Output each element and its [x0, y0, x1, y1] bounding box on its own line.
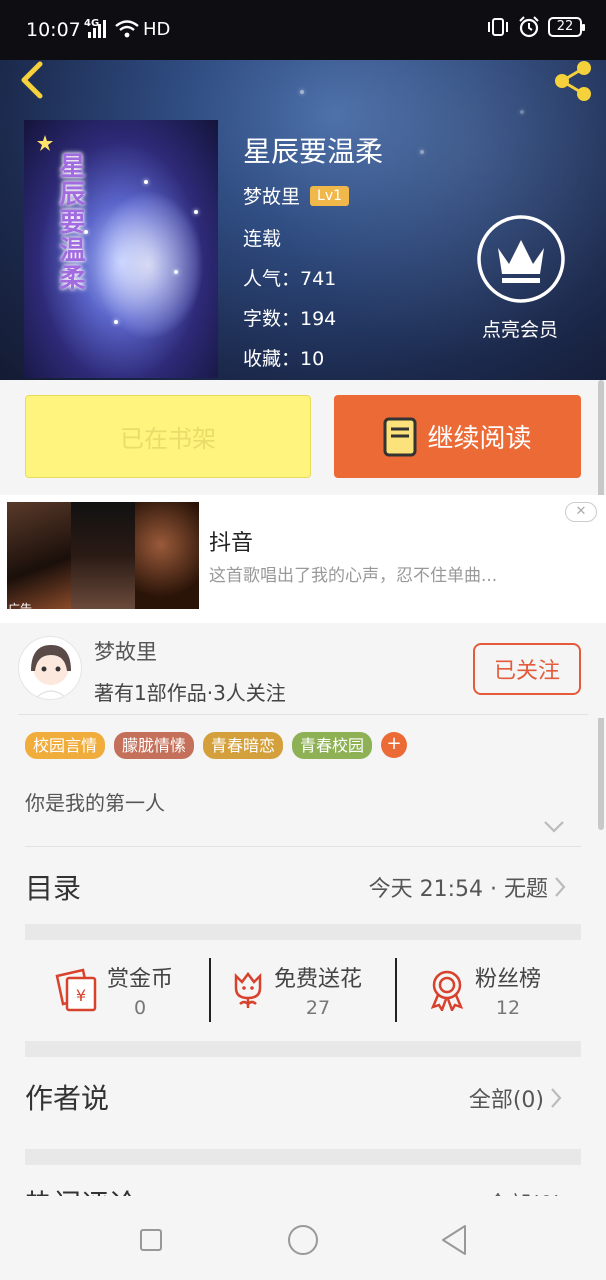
on-shelf-button[interactable]: 已在书架 [25, 395, 311, 478]
vibrate-icon [488, 18, 508, 36]
reward-coins-text: 赏金币 0 [107, 961, 173, 1019]
book-popularity: 人气：741 [243, 268, 337, 290]
divider [25, 846, 581, 847]
cover-star [144, 180, 148, 184]
toc-latest-label: 今天 21:54 · 无题 [368, 877, 548, 902]
author-says-all-label: 全部(0) [468, 1088, 544, 1113]
tag-item[interactable]: 青春校园 [292, 732, 373, 759]
reward-coins-value: 0 [133, 997, 147, 1019]
status-right: 22 [486, 16, 585, 38]
ad-tag: 广告 [8, 602, 33, 616]
vip-label[interactable]: 点亮会员 [482, 315, 558, 342]
tag-item[interactable]: 校园言情 [25, 732, 106, 759]
background-star [420, 150, 424, 154]
status-time: 10:07 [26, 19, 81, 41]
ad-image-center [71, 502, 135, 609]
cover-star [194, 210, 198, 214]
book-cover[interactable]: 星辰要温柔 [24, 120, 218, 378]
ad-image-left [7, 502, 71, 609]
battery-icon: 22 [548, 17, 585, 37]
book-title: 星辰要温柔 [243, 135, 384, 168]
hd-indicator: HD [143, 19, 171, 40]
book-favorites: 收藏：10 [243, 348, 325, 370]
toc-latest-chapter[interactable]: 今天 21:54 · 无题 [369, 871, 566, 903]
author-says-title[interactable]: 作者说 [25, 1077, 109, 1117]
fan-ranking-value: 12 [495, 997, 521, 1019]
author-level-badge: Lv1 [310, 185, 350, 206]
section-band [25, 1149, 581, 1165]
author-avatar[interactable] [18, 636, 82, 700]
flower-icon [234, 971, 262, 1008]
chevron-down-icon[interactable] [543, 820, 565, 834]
book-word-count: 字数：194 [243, 308, 337, 330]
add-tag-button[interactable]: + [381, 732, 408, 758]
alarm-icon [519, 16, 539, 38]
chevron-right-icon [555, 877, 566, 897]
cover-star [84, 230, 88, 234]
svg-text:¥: ¥ [76, 986, 86, 1005]
reward-coins-label: 赏金币 [107, 967, 174, 992]
ad-banner[interactable]: 广告 抖音 这首歌唱出了我的心声，忍不住单曲... [0, 495, 606, 623]
book-icon [383, 417, 417, 456]
reward-coins-item[interactable]: ¥ 赏金币 0 [53, 958, 173, 1022]
continue-reading-label: 继续阅读 [427, 424, 532, 454]
status-bar: 10:07 4G HD 22 [0, 0, 606, 60]
tag-item[interactable]: 朦胧情愫 [114, 732, 195, 759]
avatar-illustration [31, 645, 71, 699]
ad-close-button[interactable]: ✕ [565, 502, 597, 522]
red-envelope-icon: ¥ [55, 968, 97, 1012]
send-flowers-text: 免费送花 27 [274, 961, 362, 1019]
ad-image-right [135, 502, 199, 609]
send-flowers-label: 免费送花 [274, 967, 363, 992]
tag-item[interactable]: 青春暗恋 [203, 732, 284, 759]
fan-ranking-label: 粉丝榜 [475, 967, 542, 992]
author-row[interactable]: 梦故里 Lv1 [243, 182, 350, 209]
crown-icon[interactable] [476, 214, 566, 304]
toc-title[interactable]: 目录 [25, 867, 81, 907]
stat-divider [395, 958, 397, 1022]
stat-divider [209, 958, 211, 1022]
background-star [520, 110, 524, 114]
follow-button[interactable]: 已关注 [473, 643, 581, 695]
section-band [25, 1041, 581, 1057]
back-icon[interactable] [14, 60, 54, 100]
recent-apps-icon[interactable] [139, 1228, 163, 1252]
wifi-icon [115, 20, 139, 38]
send-flowers-value: 27 [305, 997, 331, 1019]
author-says-all[interactable]: 全部(0) [469, 1082, 562, 1114]
background-star [300, 90, 304, 94]
signal-icon [88, 20, 106, 38]
cover-figure [94, 190, 204, 340]
chevron-right-icon [551, 1088, 562, 1108]
author-card-name[interactable]: 梦故里 [94, 636, 157, 666]
continue-reading-button[interactable]: 继续阅读 [334, 395, 581, 478]
ad-image[interactable] [7, 502, 199, 609]
ad-app-name: 抖音 [209, 531, 254, 556]
divider [18, 714, 588, 715]
section-band [25, 924, 581, 940]
author-card-stats: 著有1部作品·3人关注 [94, 681, 286, 705]
send-flowers-item[interactable]: 免费送花 27 [230, 958, 362, 1022]
author-name[interactable]: 梦故里 [243, 182, 300, 209]
fan-ranking-item[interactable]: 粉丝榜 12 [427, 958, 541, 1022]
book-intro: 你是我的第一人 [25, 791, 165, 815]
home-icon[interactable] [287, 1224, 319, 1256]
fan-ranking-text: 粉丝榜 12 [475, 961, 541, 1019]
book-status: 连载 [243, 228, 282, 250]
back-nav-icon[interactable] [440, 1224, 468, 1256]
tag-list: 校园言情 朦胧情愫 青春暗恋 青春校园 + [25, 732, 408, 759]
system-nav-bar [0, 1196, 606, 1280]
ad-description: 这首歌唱出了我的心声，忍不住单曲... [209, 566, 498, 586]
medal-icon [430, 970, 464, 1011]
star-icon [37, 135, 53, 151]
share-icon[interactable] [550, 58, 596, 104]
cover-title: 星辰要温柔 [55, 152, 85, 292]
